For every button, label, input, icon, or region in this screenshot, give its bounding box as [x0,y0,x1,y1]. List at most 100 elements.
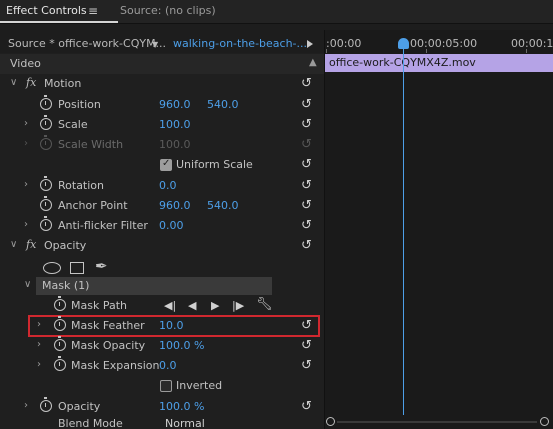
uniform-scale-checkbox[interactable] [160,158,172,171]
inverted-label: Inverted [176,379,223,392]
chevron-right-icon[interactable]: › [24,219,28,230]
scale-value[interactable]: 100.0 [159,118,191,131]
anchor-y-value[interactable]: 540.0 [207,199,239,212]
inverted-row: Inverted [0,376,324,396]
mask-path-row: Mask Path ◀| ◀ ▶ |▶ 🔧︎ [0,296,324,316]
mask-row: ∨ Mask (1) [0,276,324,296]
fx-icon[interactable]: fx [26,238,36,251]
track-forward-one-frame-icon[interactable]: |▶ [232,299,244,312]
opacity-section-label: Opacity [44,239,87,252]
stopwatch-icon[interactable] [40,397,52,412]
stopwatch-icon[interactable] [40,196,52,211]
chevron-right-icon[interactable]: › [24,118,28,129]
chevron-right-icon[interactable]: › [24,179,28,190]
inverted-checkbox[interactable] [160,380,172,392]
mask-label[interactable]: Mask (1) [42,279,89,292]
stopwatch-icon[interactable] [40,176,52,191]
mask-opacity-label: Mask Opacity [71,339,146,352]
reset-icon[interactable]: ↺ [301,319,315,332]
opacity-label: Opacity [58,400,101,413]
reset-icon[interactable]: ↺ [301,199,315,212]
tab-source[interactable]: Source: (no clips) [120,0,216,24]
chevron-down-icon[interactable]: ▼ [152,40,158,49]
reset-icon[interactable]: ↺ [301,400,315,413]
reset-icon[interactable]: ↺ [301,339,315,352]
blend-mode-row: Blend Mode Normal [0,417,324,429]
motion-effect-row: ∨ fx Motion ↺ [0,74,324,94]
clip-bar[interactable]: office-work-CQYMX4Z.mov [325,54,553,72]
opacity-value[interactable]: 100.0 % [159,400,204,413]
reset-icon[interactable]: ↺ [301,179,315,192]
play-triangle-icon[interactable] [307,40,313,48]
mask-feather-value[interactable]: 10.0 [159,319,184,332]
reset-icon: ↺ [301,137,312,152]
master-clip-selector[interactable]: Source * office-work-CQYM... [8,37,166,50]
reset-icon[interactable]: ↺ [301,239,315,252]
anti-flicker-row: › Anti-flicker Filter 0.00 ↺ [0,216,324,236]
rotation-row: › Rotation 0.0 ↺ [0,176,324,196]
chevron-down-icon[interactable]: ∨ [10,77,17,88]
opacity-row: › Opacity 100.0 % ↺ [0,397,324,417]
ellipse-mask-icon[interactable] [43,262,61,274]
reset-icon[interactable]: ↺ [301,219,315,232]
stopwatch-icon[interactable] [40,115,52,130]
uniform-scale-label: Uniform Scale [176,158,253,171]
sequence-clip-link[interactable]: walking-on-the-beach-... [173,37,307,50]
mask-opacity-value[interactable]: 100.0 % [159,339,204,352]
time-label-start: :00:00 [326,37,362,50]
track-backward-one-frame-icon[interactable]: ◀| [164,299,176,312]
blend-mode-select[interactable]: Normal [165,417,205,429]
chevron-right-icon[interactable]: › [37,339,41,350]
scale-width-row: › Scale Width 100.0 ↺ [0,135,324,155]
stopwatch-icon[interactable] [54,316,66,331]
playhead-handle[interactable] [398,38,409,49]
time-label-5s: 00:00:05:00 [410,37,478,50]
pen-tool-icon[interactable]: ✒ [95,257,108,275]
playhead-line[interactable] [403,46,404,415]
rectangle-mask-icon[interactable] [70,262,84,274]
reset-icon[interactable]: ↺ [301,359,315,372]
chevron-right-icon[interactable]: › [37,319,41,330]
scale-label: Scale [58,118,88,131]
stopwatch-icon[interactable] [54,356,66,371]
chevron-down-icon[interactable]: ∨ [10,239,17,250]
track-forward-icon[interactable]: ▶ [211,299,219,312]
track-backward-icon[interactable]: ◀ [188,299,196,312]
reset-icon[interactable]: ↺ [301,98,315,111]
video-label: Video [10,57,41,70]
collapse-triangle-icon[interactable]: ▲ [309,57,317,68]
position-y-value[interactable]: 540.0 [207,98,239,111]
mask-expansion-value[interactable]: 0.0 [159,359,177,372]
anchor-point-label: Anchor Point [58,199,128,212]
effect-timeline-area[interactable] [325,30,553,429]
time-ruler[interactable]: :00:00 00:00:05:00 00:00:10 [325,33,553,53]
stopwatch-icon[interactable] [40,95,52,110]
chevron-down-icon[interactable]: ∨ [24,279,31,290]
chevron-right-icon[interactable]: › [37,359,41,370]
wrench-icon[interactable]: 🔧︎ [256,297,273,312]
anchor-x-value[interactable]: 960.0 [159,199,191,212]
panel-menu-icon[interactable]: ≡ [88,0,98,24]
motion-label: Motion [44,77,82,90]
stopwatch-icon[interactable] [54,296,66,311]
scroll-handle-right[interactable] [540,417,549,426]
mask-opacity-row: › Mask Opacity 100.0 % ↺ [0,336,324,356]
fx-icon[interactable]: fx [26,76,36,89]
timeline-zoom-scrollbar[interactable] [325,415,553,429]
scroll-track[interactable] [337,421,537,423]
scale-width-label: Scale Width [58,138,124,151]
anchor-point-row: Anchor Point 960.0 540.0 ↺ [0,196,324,216]
video-section-header: Video ▲ [0,54,324,74]
stopwatch-icon[interactable] [54,336,66,351]
position-x-value[interactable]: 960.0 [159,98,191,111]
stopwatch-icon[interactable] [40,216,52,231]
reset-icon[interactable]: ↺ [301,77,315,90]
ruler-tick [426,49,427,53]
rotation-value[interactable]: 0.0 [159,179,177,192]
reset-icon[interactable]: ↺ [301,158,315,171]
reset-icon[interactable]: ↺ [301,118,315,131]
chevron-right-icon[interactable]: › [24,400,28,411]
anti-flicker-value[interactable]: 0.00 [159,219,184,232]
mask-feather-label: Mask Feather [71,319,145,332]
scroll-handle-left[interactable] [326,417,335,426]
